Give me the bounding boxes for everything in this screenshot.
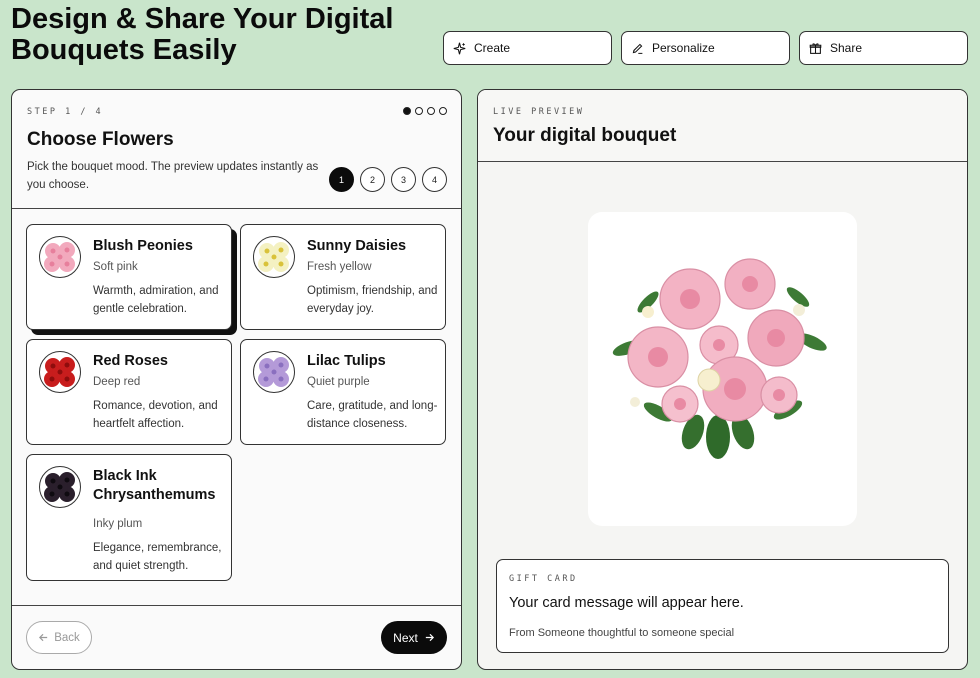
flower-option-card[interactable]: Lilac Tulips Quiet purple Care, gratitude,…	[240, 339, 446, 445]
back-button[interactable]: Back	[26, 621, 92, 654]
preview-eyebrow: LIVE PREVIEW	[493, 107, 585, 117]
flower-option-card[interactable]: Red Roses Deep red Romance, devotion, and …	[26, 339, 232, 445]
step-selector: 1 2 3 4	[329, 167, 447, 192]
flower-tone: Deep red	[93, 376, 141, 388]
flower-icon	[258, 242, 289, 272]
flower-icon	[44, 242, 75, 272]
flower-tone: Fresh yellow	[307, 261, 372, 273]
flower-option-card[interactable]: Black Ink Chrysanthemums Inky plum Eleganc…	[26, 454, 232, 581]
flower-option-card[interactable]: Sunny Daisies Fresh yellow Optimism, frien…	[240, 224, 446, 330]
step-4-button[interactable]: 4	[422, 167, 447, 192]
arrow-left-icon	[39, 633, 48, 642]
flower-thumbnail	[39, 236, 81, 278]
top-actions: Create Personalize Share	[443, 31, 968, 65]
progress-dot	[439, 107, 447, 115]
share-button[interactable]: Share	[799, 31, 968, 65]
flower-thumbnail	[253, 236, 295, 278]
flower-name: Sunny Daisies	[307, 238, 407, 254]
sparkle-icon	[453, 42, 466, 54]
gift-card-eyebrow: GIFT CARD	[509, 574, 578, 584]
pencil-icon	[632, 43, 643, 54]
share-label: Share	[830, 41, 863, 55]
page-headline: Design & Share Your Digital Bouquets Eas…	[11, 3, 394, 66]
bouquet-preview	[588, 212, 857, 526]
flower-icon	[44, 357, 75, 387]
back-label: Back	[54, 631, 80, 644]
builder-footer: Back Next	[12, 605, 461, 669]
live-preview-panel: LIVE PREVIEW Your digital bouquet GIFT C…	[477, 89, 968, 670]
flower-thumbnail	[39, 351, 81, 393]
flower-name: Lilac Tulips	[307, 353, 386, 369]
next-label: Next	[393, 630, 418, 645]
step-1-button[interactable]: 1	[329, 167, 354, 192]
flower-icon	[44, 472, 75, 502]
gift-card-from: From Someone thoughtful to someone speci…	[509, 627, 735, 639]
flower-description: Optimism, friendship, and everyday joy.	[307, 285, 438, 315]
flower-thumbnail	[253, 351, 295, 393]
flower-thumbnail	[39, 466, 81, 508]
flower-tone: Soft pink	[93, 261, 138, 273]
builder-header: STEP 1 / 4 Choose Flowers Pick the bouqu…	[12, 90, 461, 209]
progress-dot	[427, 107, 435, 115]
step-2-button[interactable]: 2	[360, 167, 385, 192]
flower-description: Care, gratitude, and long-distance close…	[307, 400, 438, 430]
preview-header: LIVE PREVIEW Your digital bouquet	[478, 90, 967, 162]
flower-option-card[interactable]: Blush Peonies Soft pink Warmth, admiration…	[26, 224, 232, 330]
flower-name: Blush Peonies	[93, 238, 193, 254]
bouquet-builder-panel: STEP 1 / 4 Choose Flowers Pick the bouqu…	[11, 89, 462, 670]
bouquet-illustration	[612, 258, 827, 459]
progress-dot	[415, 107, 423, 115]
step-3-button[interactable]: 3	[391, 167, 416, 192]
flower-icon	[258, 357, 289, 387]
progress-dots	[403, 107, 447, 115]
gift-card: GIFT CARD Your card message will appear …	[496, 559, 949, 653]
personalize-button[interactable]: Personalize	[621, 31, 790, 65]
progress-dot	[403, 107, 411, 115]
builder-subtitle: Pick the bouquet mood. The preview updat…	[27, 161, 319, 191]
flower-description: Romance, devotion, and heartfelt affecti…	[93, 400, 218, 430]
next-button[interactable]: Next	[381, 621, 447, 654]
create-label: Create	[474, 41, 511, 55]
arrow-right-icon	[425, 633, 434, 642]
gift-card-message: Your card message will appear here.	[509, 595, 744, 611]
flower-description: Elegance, remembrance, and quiet strengt…	[93, 542, 222, 572]
create-button[interactable]: Create	[443, 31, 612, 65]
flower-name: Red Roses	[93, 353, 168, 369]
flower-description: Warmth, admiration, and gentle celebrati…	[93, 285, 219, 315]
builder-title: Choose Flowers	[27, 129, 174, 150]
flower-name: Black Ink Chrysanthemums	[93, 468, 216, 503]
gift-icon	[809, 42, 822, 54]
flower-tone: Quiet purple	[307, 376, 370, 388]
personalize-label: Personalize	[652, 41, 715, 55]
preview-title: Your digital bouquet	[493, 125, 677, 146]
step-eyebrow: STEP 1 / 4	[27, 107, 104, 117]
flower-tone: Inky plum	[93, 518, 143, 530]
